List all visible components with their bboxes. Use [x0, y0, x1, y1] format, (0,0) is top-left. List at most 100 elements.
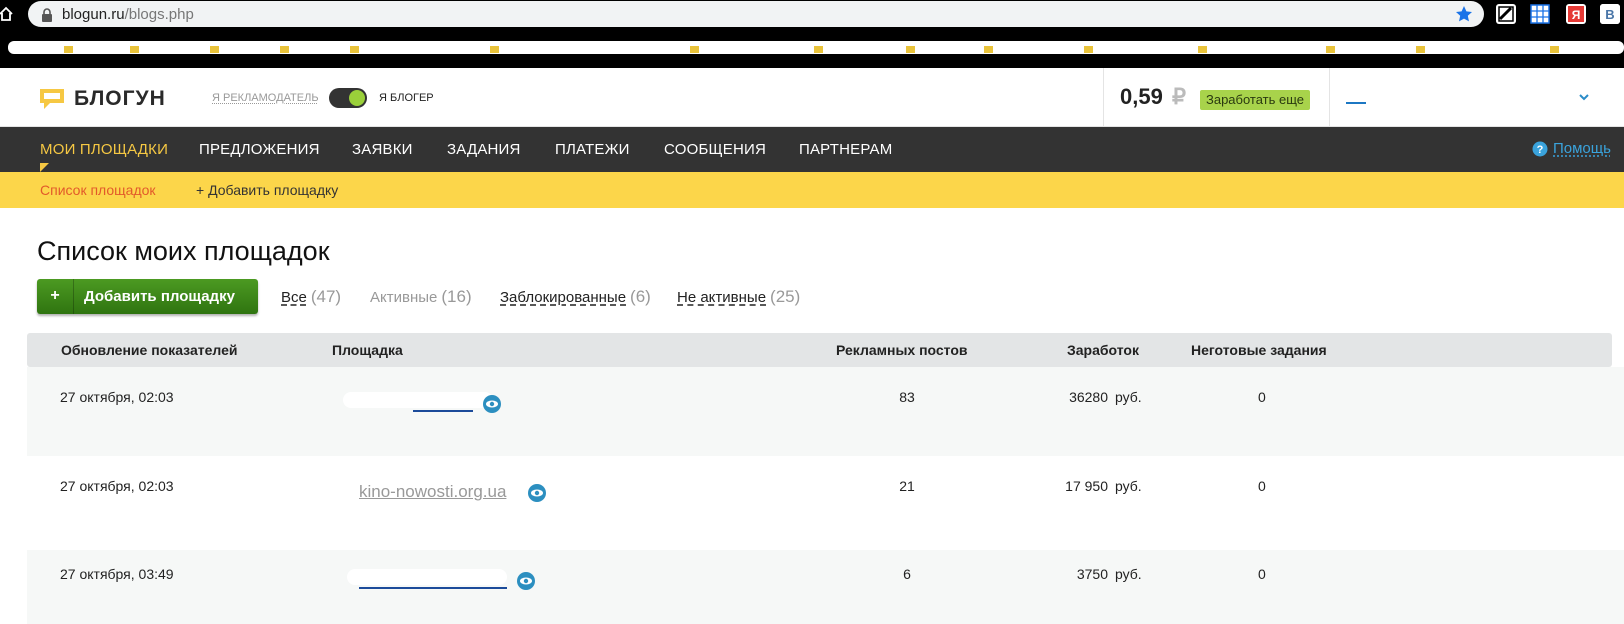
nav-tasks[interactable]: ЗАДАНИЯ	[447, 141, 521, 158]
bookmark-folder-icon[interactable]	[1416, 46, 1425, 53]
row-earnings: 3750	[1076, 566, 1108, 582]
url-text: blogun.ru/blogs.php	[62, 6, 194, 23]
filter-label: Все	[281, 289, 307, 306]
page-title: Список моих площадок	[37, 236, 330, 266]
nav-requests[interactable]: ЗАЯВКИ	[352, 141, 413, 158]
nav-messages[interactable]: СООБЩЕНИЯ	[664, 141, 766, 158]
header-pending[interactable]: Неготовые задания	[1191, 342, 1327, 358]
eye-icon[interactable]	[517, 572, 535, 590]
extension-icon[interactable]	[1496, 4, 1516, 24]
bookmark-folder-icon[interactable]	[490, 46, 499, 53]
row-earnings: 17 950	[1065, 478, 1108, 494]
header-divider	[1103, 68, 1104, 127]
bookmark-folder-icon[interactable]	[690, 46, 699, 53]
row-posts: 83	[899, 389, 915, 405]
row-posts: 21	[899, 478, 915, 494]
row-currency: руб.	[1115, 389, 1142, 405]
eye-icon[interactable]	[483, 395, 501, 413]
bookmark-folder-icon[interactable]	[1198, 46, 1207, 53]
row-pending: 0	[1258, 478, 1266, 494]
site-redacted	[343, 392, 493, 408]
toggle-knob	[349, 90, 365, 106]
site-link[interactable]	[413, 410, 473, 412]
user-name-redacted	[1346, 102, 1366, 104]
nav-payments[interactable]: ПЛАТЕЖИ	[555, 141, 630, 158]
logo-text[interactable]: БЛОГУН	[74, 87, 166, 111]
table-header: Обновление показателей Площадка Рекламны…	[27, 333, 1612, 367]
yandex-icon[interactable]: Я	[1566, 4, 1586, 24]
eye-icon[interactable]	[528, 484, 546, 502]
filter-label: Не активные	[677, 289, 767, 306]
subnav-add-site[interactable]: + Добавить площадку	[196, 182, 338, 198]
bookmark-star-icon[interactable]	[1454, 4, 1474, 24]
logo-icon[interactable]	[38, 87, 66, 111]
site-link[interactable]: kino-nowosti.org.ua	[359, 482, 506, 502]
nav-offers[interactable]: ПРЕДЛОЖЕНИЯ	[199, 141, 320, 158]
balance-value: 0,59	[1120, 84, 1163, 109]
nav-partners[interactable]: ПАРТНЕРАМ	[799, 141, 892, 158]
balance-currency: ₽	[1172, 84, 1186, 109]
bookmark-folder-icon[interactable]	[906, 46, 915, 53]
row-updated: 27 октября, 02:03	[60, 478, 174, 494]
help-link[interactable]: Помощь	[1553, 140, 1611, 157]
help-icon[interactable]: ?	[1532, 141, 1548, 157]
add-site-button-label: Добавить площадку	[84, 288, 235, 305]
browser-toolbar: blogun.ru/blogs.php Я В	[0, 0, 1624, 30]
filter-count: (25)	[770, 287, 801, 306]
site-link[interactable]	[359, 587, 507, 589]
nav-my-sites[interactable]: МОИ ПЛОЩАДКИ	[40, 141, 168, 158]
address-bar[interactable]: blogun.ru/blogs.php	[28, 1, 1484, 27]
filter-all[interactable]: Все (47)	[281, 287, 341, 307]
row-currency: руб.	[1115, 566, 1142, 582]
bookmark-folder-icon[interactable]	[1326, 46, 1335, 53]
role-advertiser-link[interactable]: Я РЕКЛАМОДАТЕЛЬ	[212, 92, 319, 104]
row-pending: 0	[1258, 389, 1266, 405]
active-nav-pointer	[40, 163, 49, 172]
bookmark-folder-icon[interactable]	[64, 46, 73, 53]
site-header: БЛОГУН Я РЕКЛАМОДАТЕЛЬ Я БЛОГЕР 0,59 ₽ З…	[0, 68, 1624, 127]
bookmark-folder-icon[interactable]	[210, 46, 219, 53]
bookmarks-bar	[0, 30, 1624, 68]
home-icon[interactable]	[0, 6, 14, 22]
table-row: 27 октября, 02:03 kino-nowosti.org.ua 21…	[27, 456, 1624, 550]
row-updated: 27 октября, 03:49	[60, 566, 174, 582]
vk-icon[interactable]: В	[1600, 4, 1620, 24]
earn-more-button[interactable]: Заработать еще	[1200, 90, 1311, 110]
add-site-button[interactable]: + Добавить площадку	[37, 279, 258, 314]
bookmark-folder-icon[interactable]	[814, 46, 823, 53]
lock-icon	[42, 8, 52, 22]
filter-blocked[interactable]: Заблокированные (6)	[500, 287, 651, 307]
url-path: /blogs.php	[124, 6, 194, 23]
bookmark-folder-icon[interactable]	[130, 46, 139, 53]
role-toggle[interactable]	[329, 88, 367, 108]
filter-count: (6)	[630, 287, 651, 306]
header-divider	[1329, 68, 1330, 127]
subnav-site-list[interactable]: Список площадок	[40, 182, 156, 198]
bookmark-folder-icon[interactable]	[350, 46, 359, 53]
user-menu[interactable]	[1346, 89, 1466, 103]
url-host: blogun.ru	[62, 6, 125, 23]
chevron-down-icon[interactable]	[1578, 92, 1590, 102]
filter-inactive[interactable]: Не активные (25)	[677, 287, 800, 307]
filter-label: Заблокированные	[500, 289, 627, 306]
header-posts[interactable]: Рекламных постов	[836, 342, 968, 358]
vk-letter: В	[1605, 7, 1614, 22]
plus-icon: +	[37, 279, 74, 314]
row-updated: 27 октября, 02:03	[60, 389, 174, 405]
table-row: 27 октября, 03:49 6 3750 руб. 0	[27, 550, 1624, 624]
header-updated[interactable]: Обновление показателей	[61, 342, 237, 358]
bookmark-folder-icon[interactable]	[280, 46, 289, 53]
role-blogger-label: Я БЛОГЕР	[379, 92, 434, 104]
row-pending: 0	[1258, 566, 1266, 582]
sub-nav: Список площадок + Добавить площадку	[0, 172, 1624, 208]
header-earnings[interactable]: Заработок	[1067, 342, 1139, 358]
row-currency: руб.	[1115, 478, 1142, 494]
grid-icon[interactable]	[1530, 4, 1550, 24]
header-site[interactable]: Площадка	[332, 342, 403, 358]
bookmark-folder-icon[interactable]	[984, 46, 993, 53]
filter-active[interactable]: Активные (16)	[370, 287, 472, 307]
main-nav: МОИ ПЛОЩАДКИ ПРЕДЛОЖЕНИЯ ЗАЯВКИ ЗАДАНИЯ …	[0, 127, 1624, 172]
bookmark-folder-icon[interactable]	[1550, 46, 1559, 53]
filter-label: Активные	[370, 289, 438, 306]
bookmark-folder-icon[interactable]	[1084, 46, 1093, 53]
